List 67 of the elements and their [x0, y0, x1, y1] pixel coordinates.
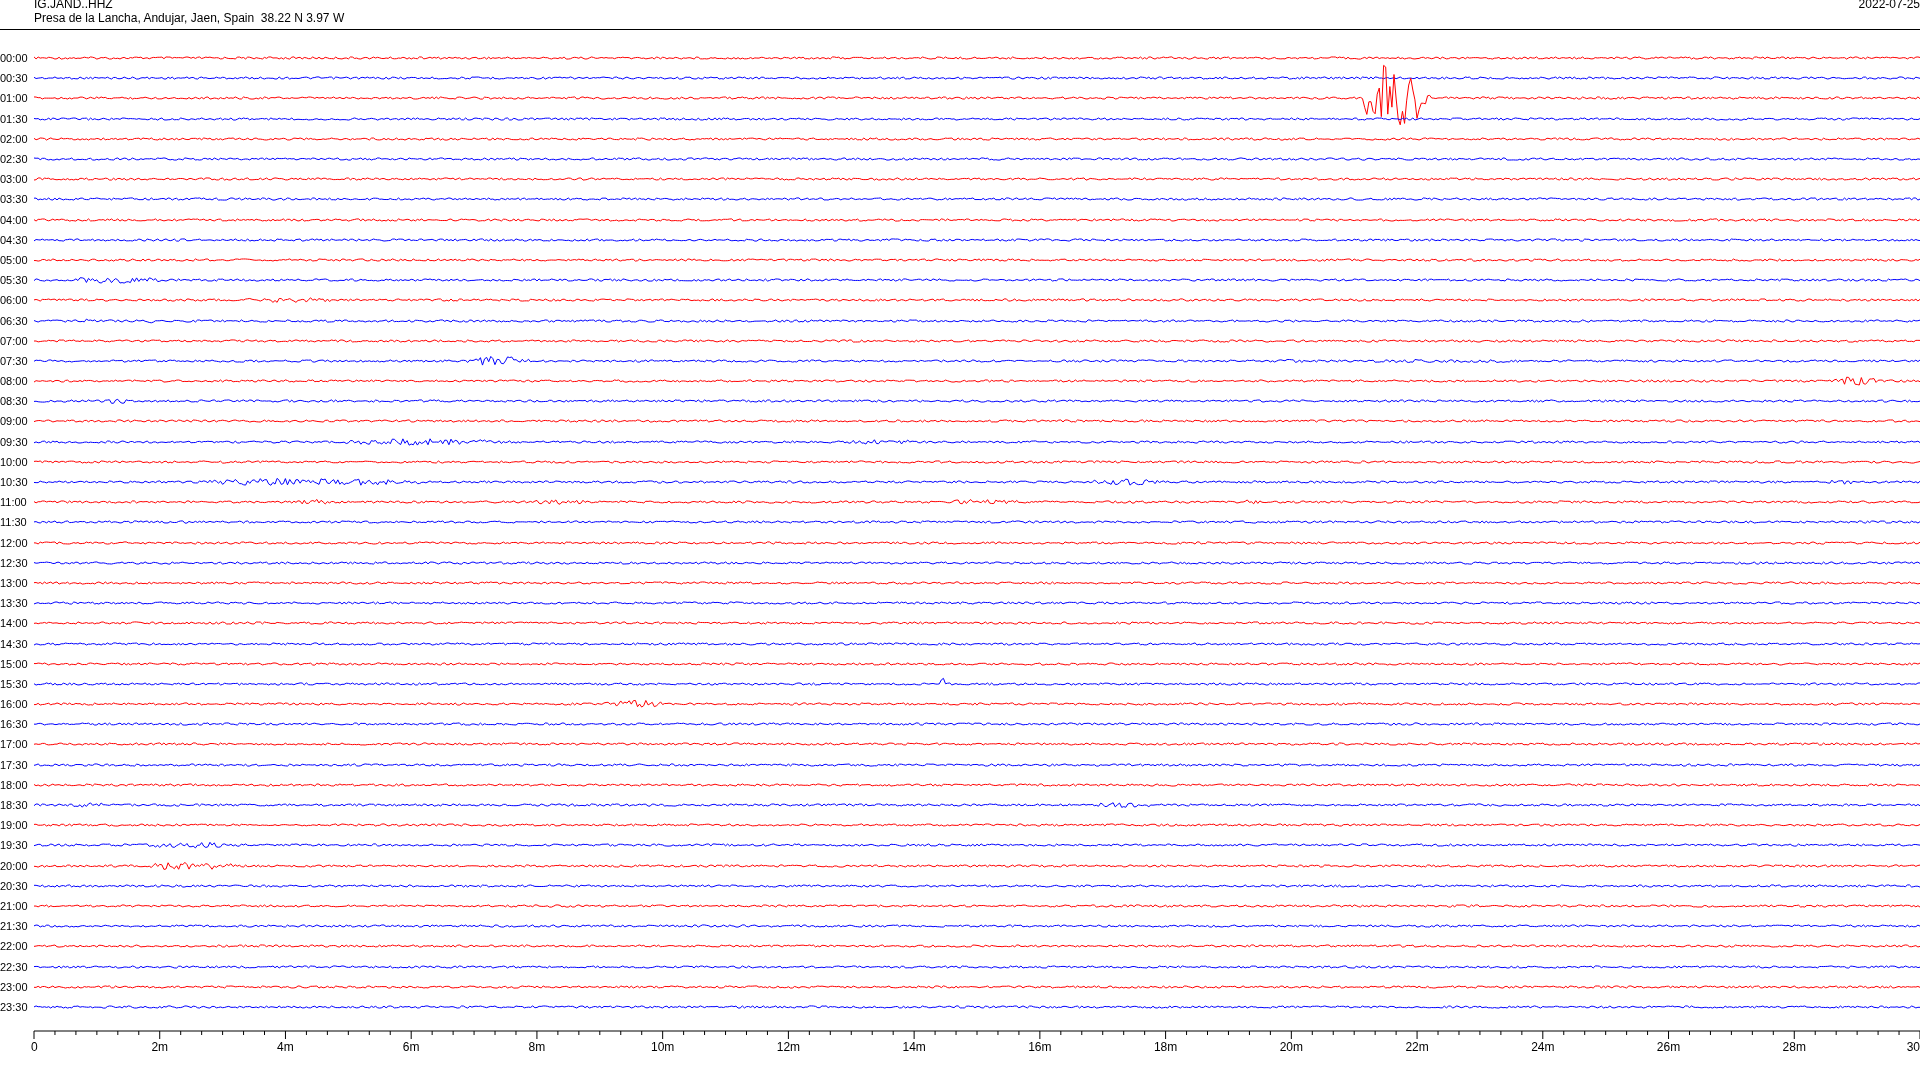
- axis-tick-label: 30: [1906, 1040, 1920, 1054]
- time-label: 07:00: [0, 334, 29, 347]
- axis-tick-label: 16m: [1028, 1040, 1052, 1054]
- station-code: IG.JAND..HHZ: [34, 0, 114, 11]
- axis-tick-label: 8m: [528, 1040, 546, 1054]
- time-label: 15:00: [0, 657, 29, 670]
- time-label: 08:30: [0, 395, 29, 408]
- time-label: 08:00: [0, 375, 29, 388]
- axis-tick-label: 2m: [151, 1040, 169, 1054]
- time-label: 14:30: [0, 637, 29, 650]
- time-label: 15:30: [0, 677, 29, 690]
- time-label: 00:30: [0, 72, 29, 85]
- time-label: 13:00: [0, 576, 29, 589]
- time-label: 18:30: [0, 799, 29, 812]
- time-label: 12:30: [0, 556, 29, 569]
- time-label: 20:30: [0, 879, 29, 892]
- time-label: 19:30: [0, 839, 29, 852]
- time-label: 02:30: [0, 153, 29, 166]
- time-label: 19:00: [0, 819, 29, 832]
- time-label: 23:00: [0, 980, 29, 993]
- time-label: 14:00: [0, 617, 29, 630]
- time-label: 05:00: [0, 253, 29, 266]
- time-label: 18:00: [0, 778, 29, 791]
- axis-tick-label: 18m: [1153, 1040, 1178, 1054]
- date-label: 2022-07-25: [1858, 0, 1920, 11]
- time-label: 04:30: [0, 233, 29, 246]
- time-label: 09:00: [0, 415, 29, 428]
- axis-tick-label: 0: [31, 1040, 38, 1054]
- axis-tick-label: 14m: [902, 1040, 926, 1054]
- axis-tick-label: 4m: [277, 1040, 294, 1054]
- time-label: 20:00: [0, 859, 29, 872]
- time-label: 02:00: [0, 132, 29, 145]
- time-label: 00:00: [0, 52, 29, 65]
- time-label: 12:00: [0, 536, 29, 549]
- time-label: 16:30: [0, 718, 29, 731]
- axis-tick-label: 20m: [1279, 1040, 1303, 1054]
- time-label: 09:30: [0, 435, 29, 448]
- axis-tick-label: 24m: [1531, 1040, 1555, 1054]
- axis-tick-label: 10m: [651, 1040, 675, 1054]
- axis-tick-label: 26m: [1656, 1040, 1681, 1054]
- time-label: 21:00: [0, 899, 29, 912]
- axis-tick-label: 22m: [1405, 1040, 1429, 1054]
- axis-tick-label: 28m: [1782, 1040, 1806, 1054]
- time-label: 21:30: [0, 920, 29, 933]
- time-label: 05:30: [0, 274, 29, 287]
- time-label: 22:30: [0, 960, 29, 973]
- time-label: 10:00: [0, 455, 29, 468]
- time-label: 10:30: [0, 476, 29, 489]
- time-label: 11:00: [0, 496, 28, 509]
- time-label: 06:00: [0, 294, 29, 307]
- axis-tick-label: 12m: [776, 1040, 801, 1054]
- time-label: 23:30: [0, 1000, 29, 1013]
- time-label: 16:00: [0, 698, 29, 711]
- time-label: 11:30: [0, 516, 28, 529]
- time-label: 03:30: [0, 193, 29, 206]
- time-label: 17:00: [0, 738, 29, 751]
- time-label: 17:30: [0, 758, 29, 771]
- time-label: 22:00: [0, 940, 29, 953]
- time-label: 06:30: [0, 314, 29, 327]
- time-label: 01:00: [0, 92, 29, 105]
- station-location: Presa de la Lancha, Andujar, Jaen, Spain 38.22 N 3.97 W: [34, 11, 345, 25]
- axis-tick-label: 6m: [402, 1040, 420, 1054]
- time-label: 07:30: [0, 354, 29, 367]
- time-label: 04:00: [0, 213, 29, 226]
- time-label: 13:30: [0, 597, 29, 610]
- time-label: 03:00: [0, 173, 29, 186]
- time-label: 01:30: [0, 112, 29, 125]
